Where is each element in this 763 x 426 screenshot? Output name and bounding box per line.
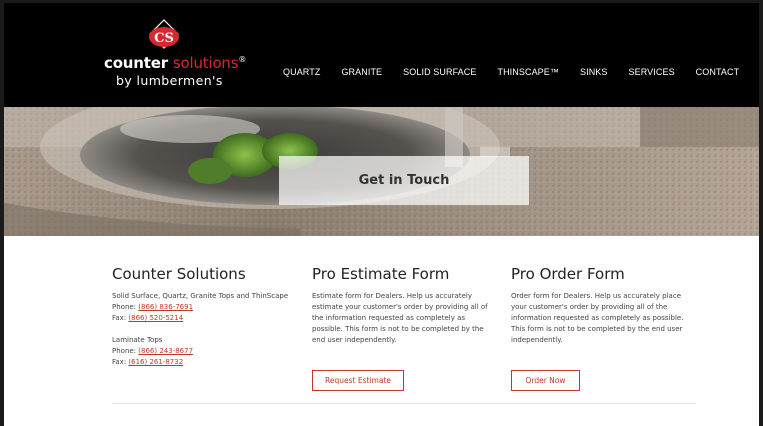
- content-divider: [112, 403, 696, 404]
- request-estimate-button[interactable]: Request Estimate: [312, 370, 404, 391]
- fax-link-2[interactable]: (616) 261-8732: [128, 358, 183, 366]
- logo-wordmark: counter solutions®: [104, 54, 246, 72]
- nav-item-sinks[interactable]: SINKS: [580, 67, 608, 77]
- pro-estimate-heading: Pro Estimate Form: [312, 265, 450, 283]
- phone-label-1: Phone:: [112, 303, 139, 311]
- pro-order-heading: Pro Order Form: [511, 265, 625, 283]
- logo-tagline: by lumbermen's: [116, 73, 223, 88]
- phone-line-1: Phone: (866) 836-7691: [112, 302, 302, 313]
- cs-monogram-icon: CS: [149, 19, 179, 49]
- site-logo[interactable]: CS counter solutions® by lumbermen's: [100, 18, 246, 96]
- hero-banner: Get in Touch: [0, 107, 763, 236]
- nav-item-thinscape[interactable]: THINSCAPE™: [497, 67, 559, 77]
- site-header: CS counter solutions® by lumbermen's QUA…: [0, 0, 763, 107]
- phone-label-2: Phone:: [112, 347, 139, 355]
- logo-registered: ®: [238, 55, 247, 64]
- nav-item-services[interactable]: SERVICES: [629, 67, 675, 77]
- phone-link-1[interactable]: (866) 836-7691: [138, 303, 193, 311]
- logo-name-part1: counter: [104, 54, 168, 72]
- hero-title: Get in Touch: [358, 173, 450, 188]
- fax-line-2: Fax: (616) 261-8732: [112, 357, 302, 368]
- pro-estimate-column: Pro Estimate Form Estimate form for Deal…: [312, 265, 490, 346]
- fax-label-2: Fax:: [112, 358, 129, 366]
- pro-estimate-description: Estimate form for Dealers. Help us accur…: [312, 292, 488, 344]
- counter-solutions-heading: Counter Solutions: [112, 265, 246, 283]
- logo-name-part2: solutions: [172, 54, 239, 72]
- fax-line-1: Fax: (866) 520-5214: [112, 313, 302, 324]
- main-nav: QUARTZ GRANITE SOLID SURFACE THINSCAPE™ …: [283, 67, 760, 77]
- laminate-heading: Laminate Tops: [112, 336, 163, 344]
- nav-item-solid-surface[interactable]: SOLID SURFACE: [403, 67, 476, 77]
- logo-monogram: CS: [154, 31, 174, 46]
- pro-order-column: Pro Order Form Order form for Dealers. H…: [511, 265, 691, 346]
- nav-item-granite[interactable]: GRANITE: [341, 67, 382, 77]
- phone-line-2: Phone: (866) 243-8677: [112, 346, 302, 357]
- order-now-button[interactable]: Order Now: [511, 370, 580, 391]
- nav-item-quartz[interactable]: QUARTZ: [283, 67, 320, 77]
- hero-title-box: Get in Touch: [279, 156, 529, 205]
- pro-order-description: Order form for Dealers. Help us accurate…: [511, 292, 684, 344]
- counter-solutions-column: Counter Solutions Solid Surface, Quartz,…: [112, 265, 302, 368]
- fax-label-1: Fax:: [112, 314, 129, 322]
- phone-link-2[interactable]: (866) 243-8677: [138, 347, 193, 355]
- nav-item-contact[interactable]: CONTACT: [696, 67, 740, 77]
- fax-link-1[interactable]: (866) 520-5214: [128, 314, 183, 322]
- counter-solutions-products: Solid Surface, Quartz, Granite Tops and …: [112, 292, 289, 300]
